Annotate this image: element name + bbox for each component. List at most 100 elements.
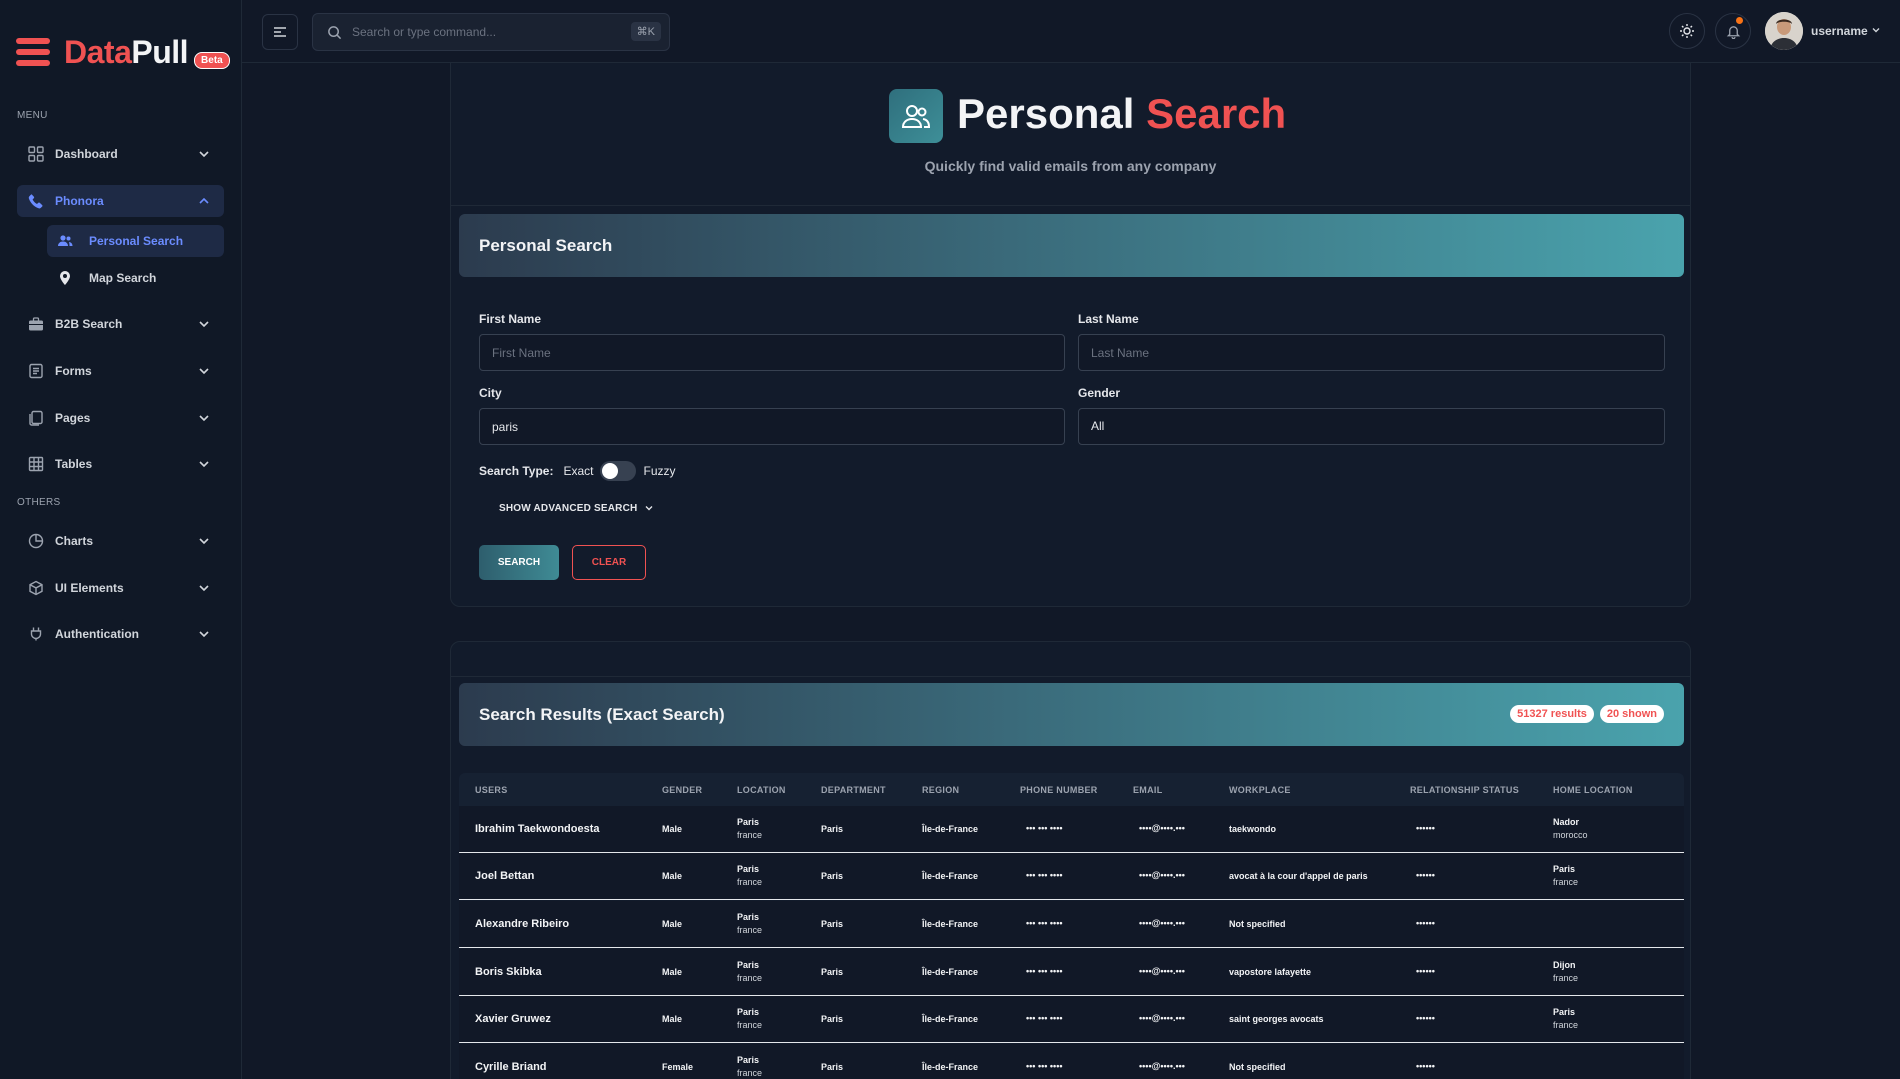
chevron-down-icon xyxy=(199,415,209,422)
phone-cell: ••• ••• •••• xyxy=(1026,1061,1063,1071)
city-field[interactable] xyxy=(479,408,1065,445)
sidebar-item-ui-elements[interactable]: UI Elements xyxy=(17,572,224,604)
page-subtitle: Quickly find valid emails from any compa… xyxy=(924,158,1217,174)
sidebar-item-authentication[interactable]: Authentication xyxy=(17,618,224,650)
last-name-field[interactable] xyxy=(1078,334,1665,371)
brand-logo[interactable]: DataPull Beta xyxy=(16,30,230,74)
column-header-home-location[interactable]: HOME LOCATION xyxy=(1553,785,1633,795)
user-name[interactable]: Xavier Gruwez xyxy=(475,1013,551,1025)
theme-toggle-button[interactable] xyxy=(1669,13,1705,49)
location-cell: Paris france xyxy=(737,816,762,842)
sidebar-toggle-button[interactable] xyxy=(262,14,298,50)
user-name[interactable]: Boris Skibka xyxy=(475,966,542,978)
show-advanced-search-button[interactable]: SHOW ADVANCED SEARCH xyxy=(499,502,655,514)
workplace-cell: taekwondo xyxy=(1229,824,1277,834)
location-country: france xyxy=(737,1020,763,1030)
column-header-location[interactable]: LOCATION xyxy=(737,785,786,795)
location-cell: Paris france xyxy=(737,1006,762,1032)
gender-cell: Male xyxy=(662,824,683,834)
user-name[interactable]: Cyrille Briand xyxy=(475,1061,547,1073)
sidebar-item-dashboard[interactable]: Dashboard xyxy=(17,138,224,170)
sidebar-item-charts[interactable]: Charts xyxy=(17,525,224,557)
chevron-down-icon[interactable] xyxy=(1870,24,1882,36)
bell-icon xyxy=(1726,25,1740,39)
column-header-email[interactable]: EMAIL xyxy=(1133,785,1163,795)
search-type-control: Search Type: Exact Fuzzy xyxy=(479,461,676,481)
shown-count-badge: 20 shown xyxy=(1599,705,1664,723)
clear-button[interactable]: CLEAR xyxy=(572,545,646,580)
gender-cell: Female xyxy=(662,1062,694,1072)
user-name[interactable]: Ibrahim Taekwondoesta xyxy=(475,823,600,835)
location-city: Paris xyxy=(737,1055,760,1065)
column-header-region[interactable]: REGION xyxy=(922,785,959,795)
relationship-cell: •••••• xyxy=(1416,1061,1435,1071)
workplace-cell: Not specified xyxy=(1229,1062,1286,1072)
topbar: ⌘K username xyxy=(242,0,1900,63)
department-cell: Paris xyxy=(821,824,844,834)
sidebar-item-forms[interactable]: Forms xyxy=(17,355,224,387)
phone-cell: ••• ••• •••• xyxy=(1026,1013,1063,1023)
form-banner: Personal Search xyxy=(459,214,1684,277)
column-header-relationship[interactable]: RELATIONSHIP STATUS xyxy=(1410,785,1519,795)
workplace-cell: saint georges avocats xyxy=(1229,1014,1324,1024)
chevron-down-icon xyxy=(199,151,209,158)
location-country: france xyxy=(737,877,763,887)
username-label[interactable]: username xyxy=(1811,24,1868,38)
gender-select[interactable]: All xyxy=(1078,408,1665,445)
last-name-label: Last Name xyxy=(1078,312,1139,326)
phone-cell: ••• ••• •••• xyxy=(1026,966,1063,976)
user-name[interactable]: Joel Bettan xyxy=(475,870,534,882)
location-country: france xyxy=(737,830,763,840)
sidebar-item-label: Charts xyxy=(55,534,94,548)
pages-icon xyxy=(27,409,45,427)
search-input[interactable] xyxy=(352,25,612,39)
others-heading: OTHERS xyxy=(17,497,61,508)
menu-align-icon xyxy=(274,27,286,37)
table-row[interactable]: Cyrille Briand Female Paris france Paris Île-… xyxy=(459,1044,1684,1079)
results-badges: 51327 results 20 shown xyxy=(1510,705,1664,723)
sidebar-item-phonora[interactable]: Phonora xyxy=(17,185,224,217)
gender-label: Gender xyxy=(1078,386,1121,400)
column-header-gender[interactable]: GENDER xyxy=(662,785,702,795)
search-button[interactable]: SEARCH xyxy=(479,545,559,580)
table-row[interactable]: Ibrahim Taekwondoesta Male Paris france Pari… xyxy=(459,806,1684,853)
sidebar-subitem-personal-search[interactable]: Personal Search xyxy=(47,225,224,257)
chevron-down-icon xyxy=(199,585,209,592)
relationship-cell: •••••• xyxy=(1416,870,1435,880)
sidebar-item-pages[interactable]: Pages xyxy=(17,402,224,434)
table-row[interactable]: Xavier Gruwez Male Paris france Paris Île-de-… xyxy=(459,996,1684,1043)
column-header-phone[interactable]: PHONE NUMBER xyxy=(1020,785,1098,795)
column-header-department[interactable]: DEPARTMENT xyxy=(821,785,886,795)
workplace-cell: Not specified xyxy=(1229,919,1286,929)
relationship-cell: •••••• xyxy=(1416,918,1435,928)
location-city: Paris xyxy=(737,817,760,827)
table-icon xyxy=(27,455,45,473)
location-city: Paris xyxy=(737,864,760,874)
home-city: Paris xyxy=(1553,1007,1576,1017)
user-name[interactable]: Alexandre Ribeiro xyxy=(475,918,569,930)
column-header-users[interactable]: USERS xyxy=(475,785,508,795)
avatar[interactable] xyxy=(1765,12,1803,50)
table-row[interactable]: Joel Bettan Male Paris france Paris Île-de-Fr… xyxy=(459,853,1684,900)
home-city: Dijon xyxy=(1553,960,1576,970)
home-city: Nador xyxy=(1553,817,1580,827)
command-search[interactable]: ⌘K xyxy=(312,13,670,51)
table-row[interactable]: Alexandre Ribeiro Male Paris france Paris Île… xyxy=(459,901,1684,948)
sidebar-item-label: UI Elements xyxy=(55,581,124,595)
phone-cell: ••• ••• •••• xyxy=(1026,870,1063,880)
sidebar-item-b2b-search[interactable]: B2B Search xyxy=(17,308,224,340)
sidebar-item-label: Dashboard xyxy=(55,147,118,161)
sidebar-subitem-label: Map Search xyxy=(89,271,157,285)
sidebar-item-label: B2B Search xyxy=(55,317,123,331)
column-header-workplace[interactable]: WORKPLACE xyxy=(1229,785,1291,795)
table-row[interactable]: Boris Skibka Male Paris france Paris Île-de-F… xyxy=(459,949,1684,996)
hero-users-icon xyxy=(889,89,943,143)
workplace-cell: avocat à la cour d'appel de paris xyxy=(1229,871,1368,881)
notifications-button[interactable] xyxy=(1715,13,1751,49)
sidebar-subitem-map-search[interactable]: Map Search xyxy=(47,262,224,294)
chevron-down-icon xyxy=(199,321,209,328)
search-type-toggle[interactable] xyxy=(599,461,636,481)
sidebar-item-label: Forms xyxy=(55,364,92,378)
first-name-field[interactable] xyxy=(479,334,1065,371)
sidebar-item-tables[interactable]: Tables xyxy=(17,448,224,480)
